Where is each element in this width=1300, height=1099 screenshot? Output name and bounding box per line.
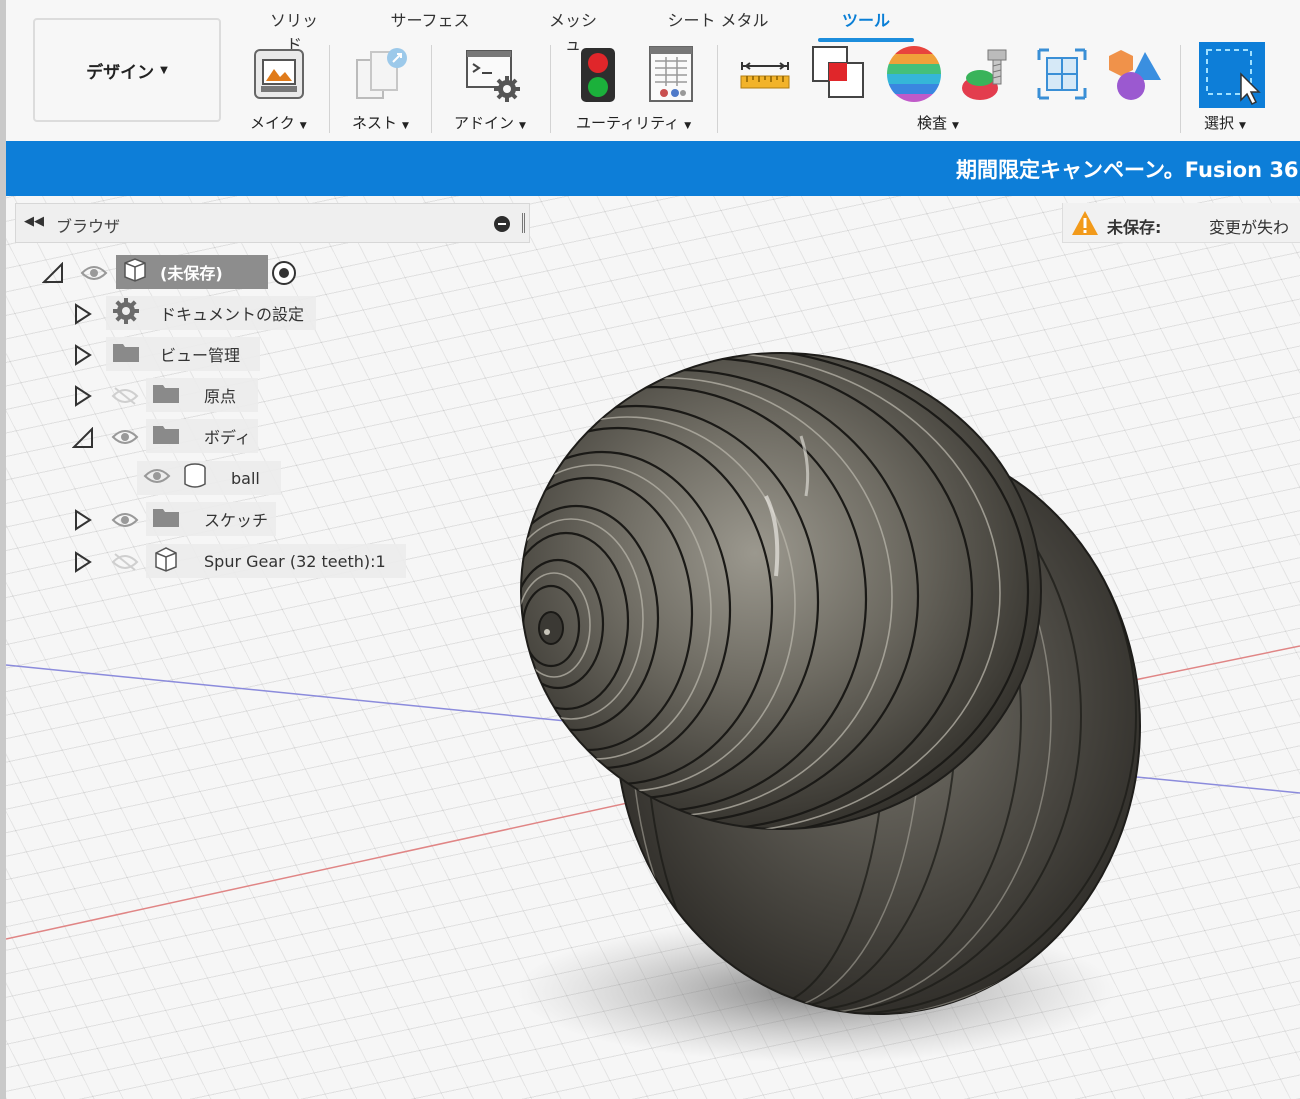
gear-icon	[112, 297, 140, 329]
warning-label: 未保存:	[1107, 218, 1162, 237]
group-select[interactable]: 選択 ▼	[1204, 112, 1246, 133]
expand-triangle-icon[interactable]	[74, 551, 92, 577]
scripts-addins-icon[interactable]	[464, 46, 522, 108]
visibility-eye-icon[interactable]	[111, 427, 139, 451]
chevron-down-icon: ▼	[160, 64, 168, 76]
traffic-light-icon[interactable]	[578, 46, 618, 108]
nest-icon[interactable]	[353, 46, 413, 108]
component-color-icon[interactable]	[1107, 46, 1163, 106]
tree-item-spur-gear[interactable]: Spur Gear (32 teeth):1	[146, 544, 406, 578]
promo-banner[interactable]: 期間限定キャンペーン。Fusion 36	[6, 141, 1300, 196]
chevron-down-icon: ▼	[684, 121, 692, 131]
3d-print-icon[interactable]	[252, 47, 306, 105]
workspace-switcher[interactable]: デザイン ▼	[33, 18, 221, 122]
select-icon[interactable]	[1199, 42, 1265, 112]
tree-item-ball[interactable]: ball	[137, 461, 281, 495]
tree-item-sketches[interactable]: スケッチ	[146, 502, 276, 536]
hidden-eye-icon[interactable]	[111, 386, 139, 410]
tab-surface[interactable]: サーフェス	[390, 7, 470, 37]
group-divider	[1180, 45, 1181, 133]
tree-item-label: Spur Gear (32 teeth):1	[204, 551, 386, 571]
chevron-down-icon: ▼	[519, 121, 526, 131]
3d-viewport[interactable]	[6, 196, 1300, 1099]
group-divider	[550, 45, 551, 133]
expand-triangle-icon[interactable]	[74, 509, 92, 535]
group-inspect[interactable]: 検査 ▼	[917, 112, 959, 133]
group-divider	[717, 45, 718, 133]
zebra-analysis-icon[interactable]	[885, 44, 943, 108]
tree-item-view-management[interactable]: ビュー管理	[106, 337, 260, 371]
tree-item-label: 原点	[204, 387, 237, 406]
minimize-icon[interactable]	[494, 216, 510, 232]
tree-item-document-settings[interactable]: ドキュメントの設定	[106, 296, 316, 330]
group-divider	[431, 45, 432, 133]
promo-banner-text: 期間限定キャンペーン。Fusion 36	[956, 158, 1299, 182]
warning-text: 変更が失わ	[1209, 218, 1290, 237]
tab-sheet-metal[interactable]: シート メタル	[666, 7, 770, 37]
chevron-down-icon: ▼	[299, 121, 307, 131]
chevron-down-icon: ▼	[952, 121, 959, 131]
visibility-eye-icon[interactable]	[111, 510, 139, 534]
group-addin-label: アドイン	[454, 114, 515, 132]
tab-tools[interactable]: ツール	[818, 7, 914, 42]
collapse-triangle-icon[interactable]	[41, 261, 64, 288]
group-utility[interactable]: ユーティリティ ▼	[576, 112, 691, 133]
body-icon	[181, 462, 209, 494]
group-inspect-label: 検査	[917, 114, 948, 132]
folder-icon	[152, 382, 180, 408]
tab-solid[interactable]: ソリッド	[264, 7, 324, 54]
group-utility-label: ユーティリティ	[576, 114, 680, 132]
folder-icon	[112, 341, 140, 367]
unsaved-warning[interactable]: 未保存: 変更が失わ	[1062, 203, 1300, 243]
interference-icon[interactable]	[810, 44, 868, 108]
folder-icon	[152, 423, 180, 449]
browser-title: ブラウザ	[56, 217, 121, 236]
toolbar-ribbon: デザイン ▼ ソリッド サーフェス メッシュ シート メタル ツール メイク ▼ …	[0, 0, 1300, 141]
tree-item-bodies[interactable]: ボディ	[146, 419, 258, 453]
group-divider	[329, 45, 330, 133]
tab-mesh[interactable]: メッシュ	[542, 7, 604, 54]
x-axis-line	[6, 787, 697, 940]
tree-item-origin[interactable]: 原点	[146, 378, 258, 412]
y-axis-line	[6, 664, 607, 726]
model-canvas	[6, 352, 1300, 1063]
group-make-label: メイク	[250, 114, 295, 132]
activate-radio-icon[interactable]	[270, 259, 298, 291]
root-component-label: (未保存)	[160, 264, 223, 283]
folder-icon	[152, 506, 180, 532]
chevron-down-icon: ▼	[402, 121, 409, 131]
group-select-label: 選択	[1204, 114, 1235, 132]
collapse-triangle-icon[interactable]	[71, 426, 94, 453]
expand-triangle-icon[interactable]	[74, 344, 92, 370]
chevron-down-icon: ▼	[1239, 121, 1246, 131]
root-component-row[interactable]: (未保存)	[116, 255, 268, 289]
tree-item-label: ボディ	[204, 428, 251, 447]
tree-item-label: ball	[231, 468, 260, 488]
group-make[interactable]: メイク ▼	[250, 112, 307, 133]
workspace-label: デザイン	[86, 62, 155, 83]
component-icon	[152, 545, 180, 577]
browser-panel-header: ◀◀ ブラウザ	[15, 203, 530, 243]
tree-item-label: スケッチ	[204, 511, 269, 530]
group-nest[interactable]: ネスト ▼	[352, 112, 409, 133]
collapse-panel-icon[interactable]: ◀◀	[24, 214, 44, 229]
tree-item-label: ビュー管理	[160, 346, 241, 365]
group-nest-label: ネスト	[352, 114, 398, 132]
hidden-eye-icon[interactable]	[111, 552, 139, 576]
expand-triangle-icon[interactable]	[74, 385, 92, 411]
panel-grip-icon[interactable]	[522, 213, 525, 233]
table-icon[interactable]	[647, 44, 695, 108]
warning-icon	[1071, 210, 1099, 240]
measure-icon[interactable]	[738, 58, 792, 96]
group-addin[interactable]: アドイン ▼	[454, 112, 526, 133]
section-analysis-icon[interactable]	[1035, 46, 1089, 106]
accessibility-analysis-icon[interactable]	[958, 44, 1014, 108]
visibility-eye-icon[interactable]	[143, 466, 171, 490]
component-icon	[122, 257, 148, 287]
visibility-eye-icon[interactable]	[80, 263, 108, 287]
tree-item-label: ドキュメントの設定	[160, 305, 305, 324]
expand-triangle-icon[interactable]	[74, 303, 92, 329]
